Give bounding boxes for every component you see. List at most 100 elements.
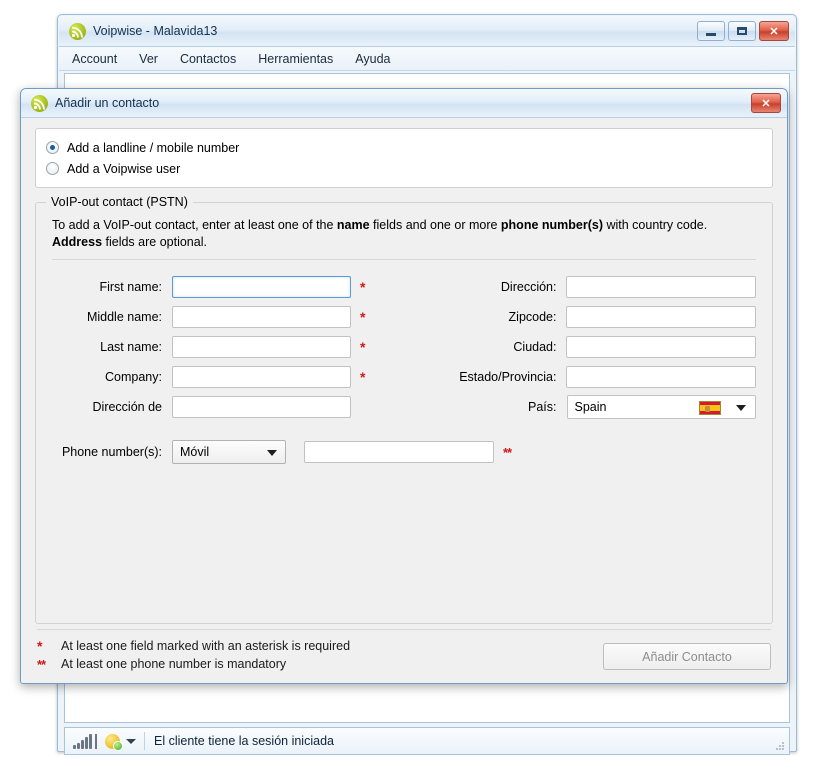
country-selected-value: Spain [574, 399, 607, 414]
menu-item-ayuda[interactable]: Ayuda [355, 50, 400, 68]
dialog-body: Add a landline / mobile number Add a Voi… [21, 118, 787, 683]
company-input[interactable] [172, 365, 351, 388]
field-last-name: Last name: * [52, 332, 404, 361]
group-legend: VoIP-out contact (PSTN) [46, 195, 193, 209]
status-message: El cliente tiene la sesión iniciada [154, 734, 334, 748]
main-window-titlebar[interactable]: Voipwise - Malavida13 ✕ [59, 16, 795, 47]
voipwise-signal-icon [69, 22, 86, 40]
desc-part-4: fields are optional. [102, 235, 207, 249]
group-description: To add a VoIP-out contact, enter at leas… [52, 217, 742, 251]
phone-number-row: Phone number(s): Móvil ** [52, 440, 756, 464]
company-required-marker: * [360, 368, 366, 385]
country-select[interactable]: Spain [566, 394, 756, 419]
resize-grip-icon[interactable] [775, 741, 785, 751]
pais-label: País: [528, 399, 557, 414]
minimize-icon [706, 32, 716, 36]
dialog-footer: * At least one field marked with an aste… [37, 629, 771, 675]
desc-part-3: with country code. [603, 218, 708, 232]
main-close-button[interactable]: ✕ [759, 21, 789, 41]
field-pais: País: Spain [404, 392, 756, 421]
add-contact-dialog: Añadir un contacto ✕ Add a landline / mo… [20, 88, 788, 684]
desc-bold-name: name [336, 218, 370, 232]
desc-bold-phone: phone number(s) [500, 218, 603, 232]
menu-item-contactos[interactable]: Contactos [180, 50, 246, 68]
dialog-title: Añadir un contacto [55, 96, 160, 110]
radio-voipwise-indicator[interactable] [46, 162, 59, 175]
phone-number-input[interactable] [304, 441, 494, 463]
menubar: Account Ver Contactos Herramientas Ayuda [59, 47, 795, 71]
contact-type-group: Add a landline / mobile number Add a Voi… [35, 128, 773, 188]
chevron-down-icon[interactable] [267, 450, 277, 456]
radio-option-landline[interactable]: Add a landline / mobile number [46, 137, 762, 158]
company-label: Company: [105, 369, 162, 384]
radio-option-voipwise-user[interactable]: Add a Voipwise user [46, 158, 762, 179]
desc-part-1: To add a VoIP-out contact, enter at leas… [52, 218, 337, 232]
field-ciudad: Ciudad: [404, 332, 756, 361]
middle-name-required-marker: * [360, 308, 366, 325]
first-name-required-marker: * [360, 278, 366, 295]
legend-line-double: ** At least one phone number is mandator… [37, 657, 603, 675]
zipcode-label: Zipcode: [508, 309, 557, 324]
legend-text-double: At least one phone number is mandatory [61, 657, 287, 671]
legend-text-single: At least one field marked with an asteri… [61, 639, 351, 653]
form-column-right: Dirección: Zipcode: Ciudad: Estado/Provi… [404, 272, 756, 422]
first-name-input[interactable] [172, 275, 351, 298]
direccion-de-label: Dirección de [92, 399, 162, 414]
statusbar: El cliente tiene la sesión iniciada [64, 727, 790, 755]
voip-out-contact-group: VoIP-out contact (PSTN) To add a VoIP-ou… [35, 195, 773, 624]
spain-flag-icon [699, 400, 721, 415]
phone-type-value: Móvil [180, 445, 210, 459]
menu-item-ver[interactable]: Ver [139, 50, 168, 68]
zipcode-input[interactable] [566, 305, 756, 328]
menu-item-account[interactable]: Account [72, 50, 127, 68]
divider-top [52, 259, 756, 260]
desc-bold-address: Address [52, 235, 103, 249]
online-status-face-icon[interactable] [105, 733, 123, 751]
voipwise-signal-icon [31, 94, 48, 112]
direccion-de-input[interactable] [172, 395, 351, 418]
direccion-label: Dirección: [500, 279, 557, 294]
phone-required-marker: ** [503, 444, 512, 460]
dialog-titlebar[interactable]: Añadir un contacto ✕ [21, 89, 787, 118]
field-direccion: Dirección: [404, 272, 756, 301]
middle-name-label: Middle name: [86, 309, 162, 324]
middle-name-input[interactable] [172, 305, 351, 328]
minimize-button[interactable] [697, 21, 725, 41]
field-middle-name: Middle name: * [52, 302, 404, 331]
ciudad-input[interactable] [566, 335, 756, 358]
radio-landline-label: Add a landline / mobile number [67, 140, 240, 155]
signal-strength-icon [73, 733, 97, 749]
menu-item-herramientas[interactable]: Herramientas [258, 50, 343, 68]
last-name-label: Last name: [100, 339, 162, 354]
contact-form: First name: * Middle name: * Last name: … [52, 272, 756, 422]
chevron-down-icon[interactable] [126, 738, 136, 744]
estado-provincia-label: Estado/Provincia: [459, 369, 557, 384]
statusbar-divider [144, 732, 145, 750]
estado-provincia-input[interactable] [566, 365, 756, 388]
chevron-down-icon[interactable] [736, 404, 746, 411]
required-legend: * At least one field marked with an aste… [37, 639, 603, 675]
field-direccion-de: Dirección de [52, 392, 404, 421]
window-controls: ✕ [697, 21, 789, 41]
first-name-label: First name: [99, 279, 162, 294]
add-contact-button[interactable]: Añadir Contacto [603, 643, 771, 670]
radio-voipwise-label: Add a Voipwise user [67, 161, 181, 176]
phone-number-label: Phone number(s): [61, 445, 162, 459]
ciudad-label: Ciudad: [513, 339, 557, 354]
direccion-input[interactable] [566, 275, 756, 298]
desc-part-2: fields and one or more [369, 218, 501, 232]
last-name-input[interactable] [172, 335, 351, 358]
main-window-title: Voipwise - Malavida13 [93, 24, 218, 38]
field-first-name: First name: * [52, 272, 404, 301]
field-company: Company: * [52, 362, 404, 391]
phone-type-select[interactable]: Móvil [172, 440, 286, 464]
radio-landline-indicator[interactable] [46, 141, 59, 154]
form-column-left: First name: * Middle name: * Last name: … [52, 272, 404, 422]
maximize-icon [737, 27, 747, 35]
dialog-close-button[interactable]: ✕ [751, 93, 781, 113]
legend-asterisk-double: ** [37, 657, 46, 672]
legend-asterisk-single: * [37, 638, 43, 654]
field-estado-provincia: Estado/Provincia: [404, 362, 756, 391]
last-name-required-marker: * [360, 338, 366, 355]
maximize-button[interactable] [728, 21, 756, 41]
